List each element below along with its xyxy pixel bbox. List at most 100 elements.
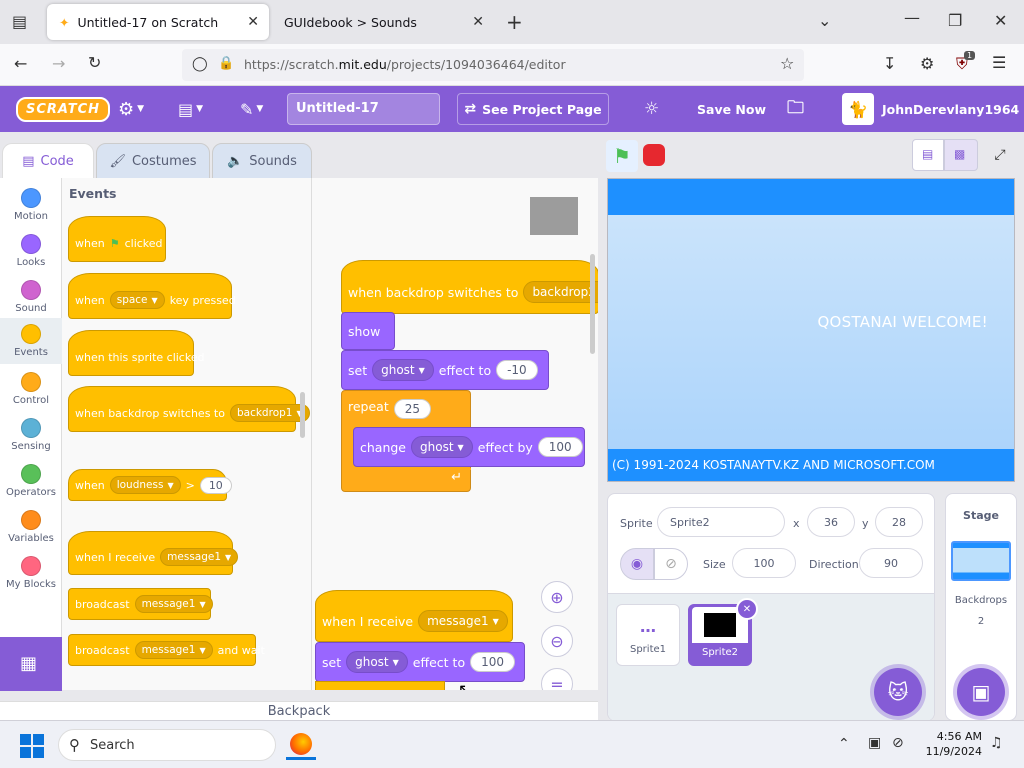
tab-sounds[interactable]: 🔈 Sounds bbox=[212, 143, 312, 179]
x-input[interactable]: 36 bbox=[807, 507, 855, 537]
block-when-flag-clicked[interactable]: when ⚑ clicked bbox=[68, 216, 166, 262]
repeat-count-input[interactable]: 25 bbox=[393, 399, 432, 419]
block-when-sprite-clicked[interactable]: when this sprite clicked bbox=[68, 330, 205, 376]
key-dropdown[interactable]: space ▼ bbox=[109, 291, 165, 309]
minimize-icon[interactable]: — bbox=[904, 10, 920, 26]
project-title-input[interactable]: Untitled-17 bbox=[287, 93, 440, 125]
zoom-reset-button[interactable]: = bbox=[541, 668, 573, 690]
menu-icon[interactable]: ☰ bbox=[992, 55, 1006, 71]
scratch-logo[interactable]: SCRATCH bbox=[16, 86, 111, 132]
block-when-backdrop-switches[interactable]: when backdrop switches to backdrop1▼ bbox=[68, 386, 310, 432]
workspace-scrollbar[interactable] bbox=[590, 254, 595, 354]
delete-sprite-button[interactable]: ✕ bbox=[736, 598, 758, 620]
zoom-out-button[interactable]: ⊖ bbox=[541, 625, 573, 657]
message-dropdown[interactable]: message1 ▼ bbox=[418, 610, 508, 632]
direction-input[interactable]: 90 bbox=[859, 548, 923, 578]
category-control[interactable]: Control bbox=[0, 366, 62, 412]
block-set-effect[interactable]: set ghost ▼ effect to 100 bbox=[315, 642, 525, 682]
chevron-up-icon[interactable]: ⌃ bbox=[838, 737, 850, 751]
close-window-icon[interactable]: ✕ bbox=[994, 13, 1007, 29]
browser-tab-guidebook[interactable]: GUIdebook > Sounds ✕ bbox=[272, 4, 494, 40]
backdrop-dropdown[interactable]: backdrop2▼ bbox=[523, 281, 598, 303]
effect-dropdown[interactable]: ghost ▼ bbox=[346, 651, 408, 673]
url-field[interactable]: ◯ 🔒 https://scratch.mit.edu/projects/109… bbox=[182, 49, 804, 81]
sprite-tile-sprite2[interactable]: Sprite2 ✕ bbox=[688, 598, 758, 666]
edit-menu[interactable]: ✎ ▼ bbox=[240, 86, 263, 132]
block-broadcast[interactable]: broadcast message1 ▼ bbox=[68, 588, 213, 620]
browser-tab-scratch[interactable]: ✦ Untitled-17 on Scratch ✕ bbox=[47, 4, 269, 40]
category-operators[interactable]: Operators bbox=[0, 458, 62, 504]
category-variables[interactable]: Variables bbox=[0, 504, 62, 550]
effect-dropdown[interactable]: ghost ▼ bbox=[372, 359, 434, 381]
tab-costumes[interactable]: 🖌 Costumes bbox=[96, 143, 210, 179]
taskbar-firefox[interactable] bbox=[286, 730, 316, 760]
normal-stage-button[interactable]: ▩ bbox=[944, 139, 978, 171]
choose-sprite-button[interactable]: 🐱 bbox=[874, 668, 922, 716]
palette-scrollbar[interactable] bbox=[300, 392, 305, 438]
show-sprite-button[interactable]: ◉ bbox=[620, 548, 654, 580]
back-icon[interactable]: ← bbox=[14, 56, 27, 72]
block-when-key-pressed[interactable]: when space ▼ key pressed bbox=[68, 273, 236, 319]
new-tab-icon[interactable]: + bbox=[506, 12, 523, 32]
category-looks[interactable]: Looks bbox=[0, 228, 62, 274]
block-when-i-receive[interactable]: when I receive message1 ▼ bbox=[68, 531, 239, 575]
taskbar-clock[interactable]: 4:56 AM 11/9/2024 bbox=[922, 729, 982, 759]
save-now-button[interactable]: Save Now bbox=[697, 86, 766, 132]
tab-code[interactable]: ▤ Code bbox=[2, 143, 94, 179]
taskbar-search[interactable]: ⚲ Search bbox=[58, 729, 276, 761]
category-my-blocks[interactable]: My Blocks bbox=[0, 550, 62, 596]
hide-sprite-button[interactable]: ⊘ bbox=[654, 548, 688, 580]
script-workspace[interactable]: when backdrop switches to backdrop2▼ sho… bbox=[312, 178, 598, 690]
category-motion[interactable]: Motion bbox=[0, 182, 62, 228]
file-menu[interactable]: ▤ ▼ bbox=[178, 86, 203, 132]
notification-bell-icon[interactable]: ♫ bbox=[990, 736, 1003, 750]
block-broadcast-and-wait[interactable]: broadcast message1 ▼ and wait bbox=[68, 634, 265, 666]
sprite-tile-sprite1[interactable]: … Sprite1 bbox=[616, 604, 680, 666]
lock-icon[interactable]: 🔒 bbox=[218, 57, 234, 70]
bookmark-star-icon[interactable]: ☆ bbox=[780, 56, 794, 72]
tab-list-icon[interactable]: ▤ bbox=[12, 14, 27, 30]
category-sound[interactable]: Sound bbox=[0, 274, 62, 320]
network-icon[interactable]: ▣ bbox=[868, 736, 881, 750]
my-stuff-folder[interactable]: 🗀 bbox=[787, 86, 804, 132]
green-flag-button[interactable]: ⚑ bbox=[606, 140, 638, 172]
fullscreen-button[interactable]: ⤢ bbox=[986, 139, 1014, 171]
effect-value-input[interactable]: 100 bbox=[470, 652, 515, 672]
block-partial[interactable] bbox=[315, 681, 445, 690]
block-set-effect[interactable]: set ghost ▼ effect to -10 bbox=[341, 350, 549, 390]
block-change-effect[interactable]: change ghost ▼ effect by 100 bbox=[353, 427, 585, 467]
reload-icon[interactable]: ↻ bbox=[88, 55, 101, 71]
close-tab-icon[interactable]: ✕ bbox=[247, 14, 259, 30]
extensions-icon[interactable]: ⚙ bbox=[920, 56, 934, 72]
backpack[interactable]: Backpack bbox=[0, 701, 598, 721]
settings-menu[interactable]: ⚙ ▼ bbox=[118, 86, 144, 132]
category-events[interactable]: Events bbox=[0, 318, 62, 364]
loudness-value-input[interactable]: 10 bbox=[199, 476, 232, 494]
y-input[interactable]: 28 bbox=[875, 507, 923, 537]
size-input[interactable]: 100 bbox=[732, 548, 796, 578]
account-menu[interactable]: 🐈 JohnDerevlany1964 ▼ bbox=[842, 86, 1024, 132]
see-project-page-button[interactable]: ⇄ See Project Page bbox=[457, 93, 609, 125]
sprite-name-input[interactable]: Sprite2 bbox=[657, 507, 785, 537]
stage-canvas[interactable]: QOSTANAI WELCOME! (C) 1991-2024 KOSTANAY… bbox=[607, 178, 1015, 482]
effect-change-input[interactable]: 100 bbox=[537, 437, 583, 457]
block-show[interactable]: show bbox=[341, 312, 395, 350]
theme-toggle[interactable]: ☼ bbox=[644, 86, 659, 132]
broadcast-message-dropdown[interactable]: message1 ▼ bbox=[134, 595, 213, 613]
downloads-icon[interactable]: ↧ bbox=[883, 56, 896, 72]
stop-button[interactable] bbox=[643, 144, 665, 166]
backdrop-dropdown[interactable]: backdrop1▼ bbox=[229, 404, 310, 422]
volume-muted-icon[interactable]: ⊘ bbox=[892, 736, 904, 750]
maximize-icon[interactable]: ❐ bbox=[948, 13, 962, 29]
category-sensing[interactable]: Sensing bbox=[0, 412, 62, 458]
broadcast-wait-message-dropdown[interactable]: message1 ▼ bbox=[134, 641, 213, 659]
close-tab-icon[interactable]: ✕ bbox=[472, 14, 484, 30]
choose-backdrop-button[interactable]: ▣ bbox=[957, 668, 1005, 716]
block-when-backdrop-switches-script[interactable]: when backdrop switches to backdrop2▼ bbox=[341, 260, 598, 314]
block-when-i-receive-script[interactable]: when I receive message1 ▼ bbox=[315, 590, 513, 642]
small-stage-button[interactable]: ▤ bbox=[912, 139, 944, 171]
loudness-dropdown[interactable]: loudness ▼ bbox=[109, 476, 181, 494]
effect-dropdown[interactable]: ghost ▼ bbox=[411, 436, 473, 458]
message-dropdown[interactable]: message1 ▼ bbox=[160, 548, 239, 566]
shield-icon[interactable]: ◯ bbox=[192, 57, 208, 71]
